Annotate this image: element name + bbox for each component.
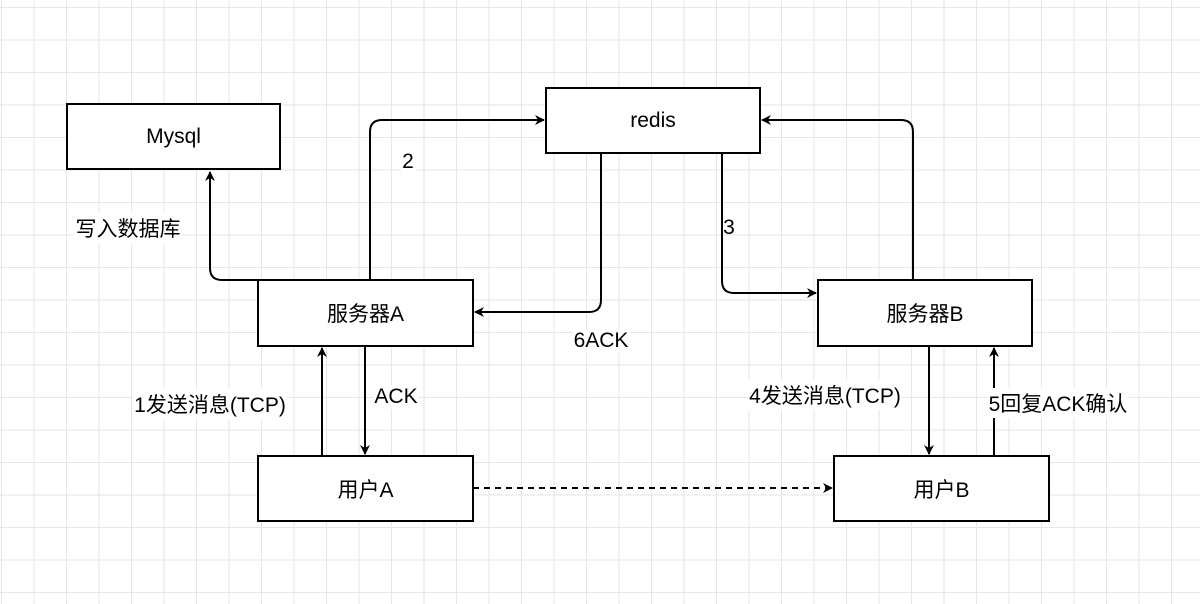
label-step4: 4发送消息(TCP) [748, 380, 902, 410]
node-label: 用户A [337, 478, 394, 502]
node-label: 用户B [913, 478, 970, 502]
edge-servera-mysql [205, 171, 258, 281]
label-step3: 3 [723, 216, 735, 239]
node-label: Mysql [146, 124, 201, 148]
label-step1: 1发送消息(TCP) [133, 389, 287, 419]
label-step5: 5回复ACK确认 [987, 388, 1129, 418]
label-ack: ACK [373, 385, 419, 409]
diagram-canvas: Mysql redis 服务器A 服务器B 用户A 用户B 写入数据库 2 3 … [0, 0, 1200, 604]
node-label: 服务器A [326, 303, 404, 326]
edge-redis-serverb [721, 153, 817, 298]
node-server-b[interactable]: 服务器B [817, 279, 1033, 347]
node-user-b[interactable]: 用户B [833, 455, 1050, 522]
node-user-a[interactable]: 用户A [257, 455, 474, 522]
edge-redis-servera [474, 153, 602, 317]
label-write-db: 写入数据库 [74, 213, 182, 243]
node-label: redis [630, 108, 676, 132]
node-mysql[interactable]: Mysql [66, 103, 281, 170]
edge-serverb-redis [761, 115, 914, 280]
label-step6: 6ACK [572, 329, 630, 353]
edge-servera-redis [369, 115, 545, 280]
label-step2: 2 [401, 150, 415, 174]
node-redis[interactable]: redis [545, 87, 761, 154]
node-label: 服务器B [886, 303, 964, 326]
node-server-a[interactable]: 服务器A [257, 279, 474, 347]
